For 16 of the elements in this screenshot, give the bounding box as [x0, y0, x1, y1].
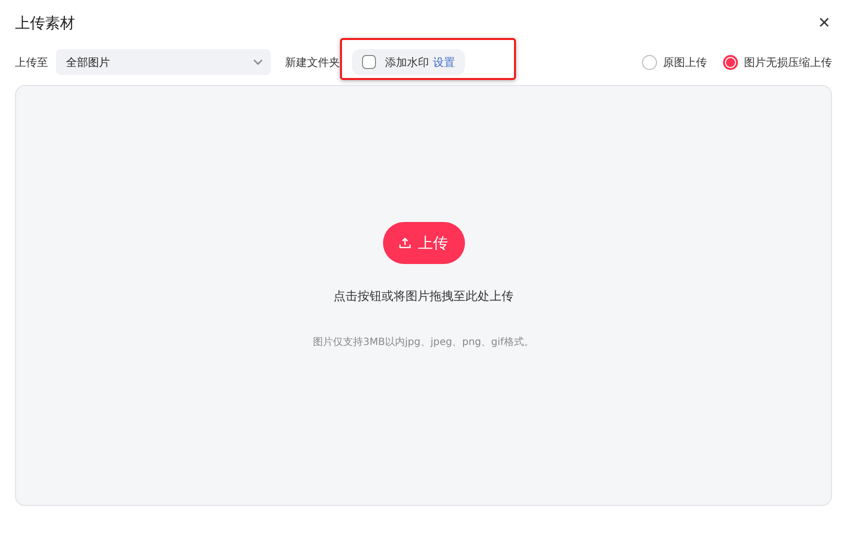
format-note: 图片仅支持3MB以内jpg、jpeg、png、gif格式。	[313, 336, 534, 349]
settings-link[interactable]: 设置	[433, 54, 455, 70]
dialog-title: 上传素材	[15, 14, 75, 32]
chevron-down-icon	[253, 59, 263, 65]
watermark-label: 添加水印	[385, 54, 429, 70]
drop-zone[interactable]: 上传 点击按钮或将图片拖拽至此处上传 图片仅支持3MB以内jpg、jpeg、png、gif格式。	[15, 85, 832, 506]
upload-mode-radio[interactable]: 原图上传	[642, 54, 707, 70]
folder-select[interactable]: 全部图片	[56, 49, 271, 75]
upload-icon	[399, 237, 411, 249]
drop-hint: 点击按钮或将图片拖拽至此处上传	[334, 288, 514, 305]
upload-button[interactable]: 上传	[382, 222, 464, 264]
upload-to-label: 上传至	[15, 54, 48, 70]
watermark-checkbox[interactable]	[362, 55, 376, 69]
close-button[interactable]: ×	[816, 13, 832, 33]
new-folder-link[interactable]: 新建文件夹	[285, 54, 340, 70]
upload-mode-radio[interactable]: 图片无损压缩上传	[723, 54, 832, 70]
